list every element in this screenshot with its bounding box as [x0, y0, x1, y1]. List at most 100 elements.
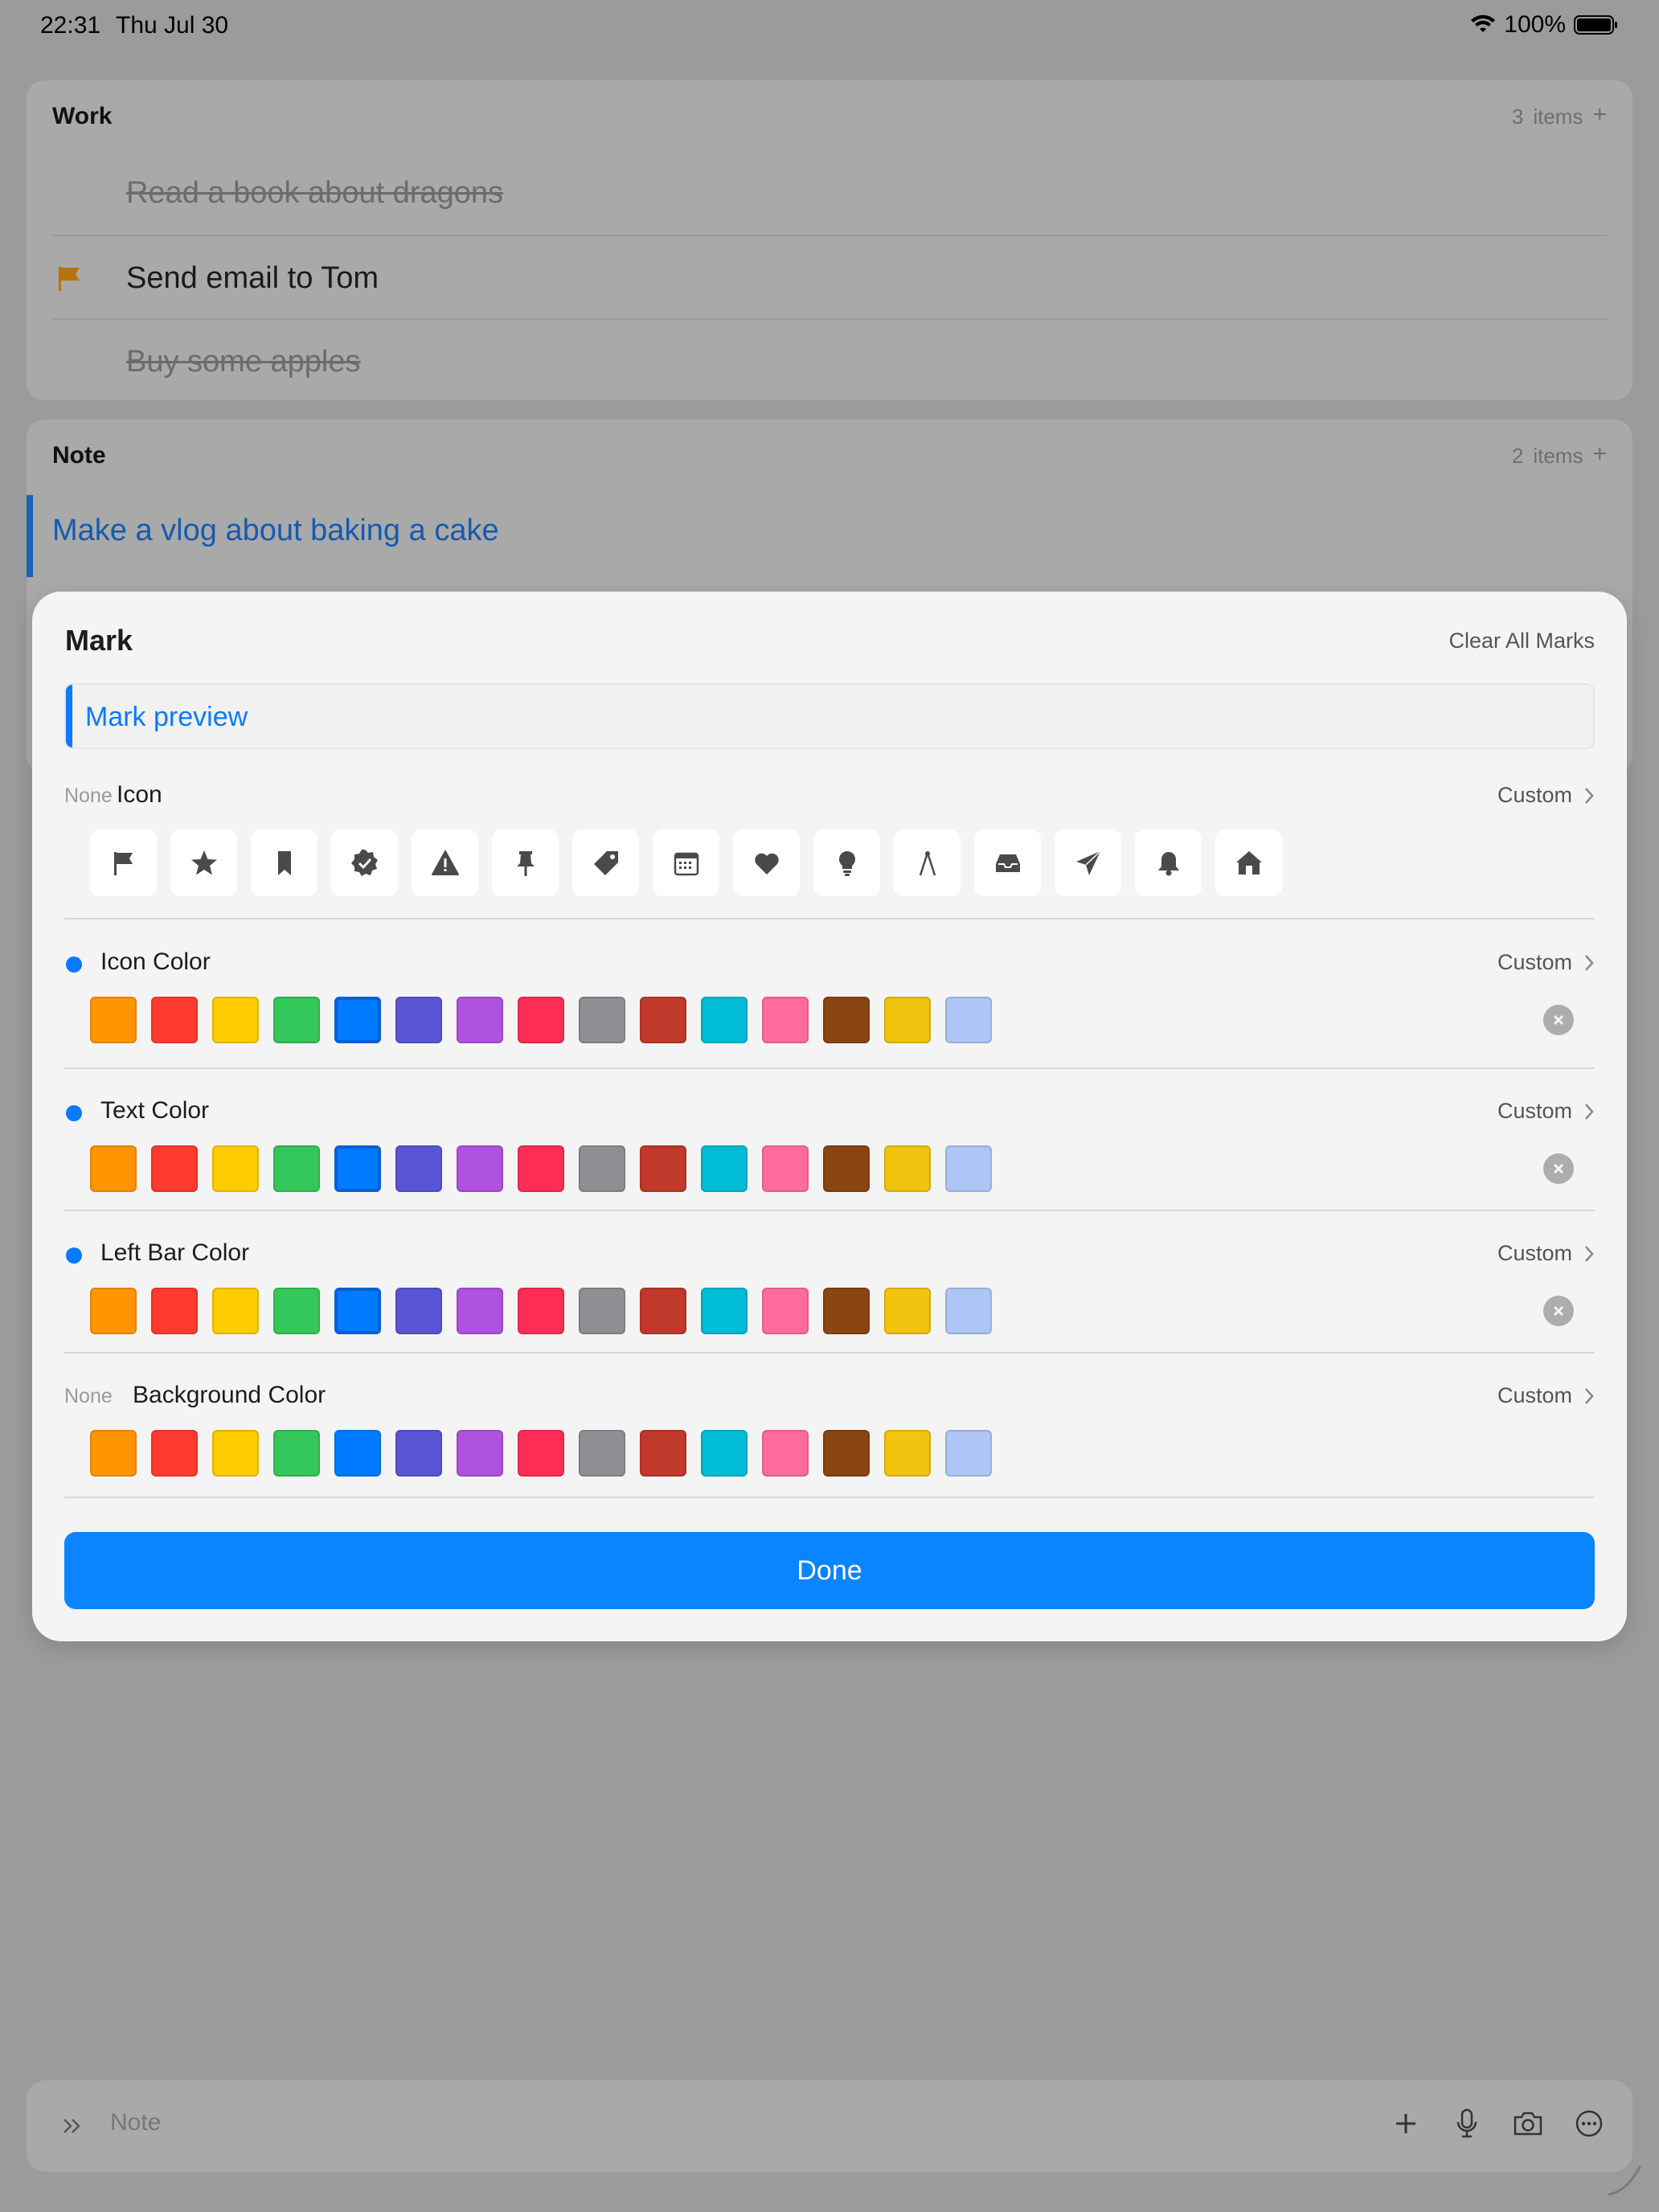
color-swatch[interactable]: [579, 1145, 625, 1192]
color-swatch[interactable]: [395, 997, 442, 1043]
color-swatch[interactable]: [701, 1430, 748, 1477]
color-swatch[interactable]: [334, 1288, 381, 1334]
color-swatch[interactable]: [823, 1288, 870, 1334]
clear-all-marks-button[interactable]: Clear All Marks: [1448, 629, 1595, 653]
color-swatch[interactable]: [884, 1430, 931, 1477]
color-swatch[interactable]: [395, 1430, 442, 1477]
color-swatch[interactable]: [212, 1288, 259, 1334]
color-swatch[interactable]: [273, 997, 320, 1043]
background-color-none-label[interactable]: None: [64, 1385, 113, 1408]
lightbulb-icon-option[interactable]: [813, 830, 880, 896]
color-swatch[interactable]: [945, 997, 992, 1043]
color-swatch[interactable]: [518, 997, 564, 1043]
color-swatch[interactable]: [334, 1430, 381, 1477]
background-color-custom-link[interactable]: Custom: [1497, 1383, 1595, 1408]
verified-badge-icon-option[interactable]: [331, 830, 398, 896]
color-swatch[interactable]: [701, 1288, 748, 1334]
color-swatch[interactable]: [823, 1430, 870, 1477]
color-swatch[interactable]: [212, 1430, 259, 1477]
add-item-icon[interactable]: +: [1592, 442, 1607, 469]
clear-text-color-button[interactable]: [1543, 1153, 1574, 1184]
color-swatch[interactable]: [151, 1288, 198, 1334]
color-swatch[interactable]: [90, 997, 137, 1043]
icon-custom-link[interactable]: Custom: [1497, 783, 1595, 808]
color-swatch[interactable]: [151, 1145, 198, 1192]
color-swatch[interactable]: [701, 1145, 748, 1192]
color-swatch[interactable]: [457, 1145, 503, 1192]
icon-color-custom-link[interactable]: Custom: [1497, 950, 1595, 975]
left-bar-color-custom-link[interactable]: Custom: [1497, 1241, 1595, 1266]
house-icon-option[interactable]: [1215, 830, 1282, 896]
text-color-custom-link[interactable]: Custom: [1497, 1099, 1595, 1124]
color-swatch[interactable]: [579, 1288, 625, 1334]
calendar-icon-option[interactable]: [653, 830, 719, 896]
color-swatch[interactable]: [701, 997, 748, 1043]
clear-left-bar-color-button[interactable]: [1543, 1296, 1574, 1326]
color-swatch[interactable]: [823, 1145, 870, 1192]
task-row[interactable]: Read a book about dragons: [52, 151, 1607, 235]
compass-icon-option[interactable]: [894, 830, 961, 896]
color-swatch[interactable]: [273, 1288, 320, 1334]
color-swatch[interactable]: [395, 1288, 442, 1334]
clear-icon-color-button[interactable]: [1543, 1005, 1574, 1035]
color-swatch[interactable]: [762, 1145, 809, 1192]
color-swatch[interactable]: [640, 1145, 686, 1192]
color-swatch[interactable]: [945, 1288, 992, 1334]
note-input[interactable]: Note: [110, 2109, 161, 2136]
icon-none-label[interactable]: None: [64, 784, 113, 808]
color-swatch[interactable]: [518, 1288, 564, 1334]
color-swatch[interactable]: [579, 1430, 625, 1477]
task-row[interactable]: Send email to Tom: [52, 235, 1607, 318]
color-swatch[interactable]: [640, 1288, 686, 1334]
color-swatch[interactable]: [457, 1288, 503, 1334]
color-swatch[interactable]: [823, 997, 870, 1043]
color-swatch[interactable]: [884, 1288, 931, 1334]
color-swatch[interactable]: [151, 1430, 198, 1477]
color-swatch[interactable]: [884, 997, 931, 1043]
color-swatch[interactable]: [457, 1430, 503, 1477]
color-swatch[interactable]: [90, 1430, 137, 1477]
bookmark-icon-option[interactable]: [251, 830, 317, 896]
color-swatch[interactable]: [395, 1145, 442, 1192]
double-chevron-right-icon[interactable]: [57, 2111, 88, 2141]
star-icon-option[interactable]: [170, 830, 237, 896]
task-row[interactable]: Buy some apples: [52, 318, 1607, 400]
color-swatch[interactable]: [457, 997, 503, 1043]
color-swatch[interactable]: [640, 997, 686, 1043]
color-swatch[interactable]: [518, 1430, 564, 1477]
heart-icon-option[interactable]: [733, 830, 800, 896]
color-swatch[interactable]: [334, 997, 381, 1043]
bell-icon-option[interactable]: [1135, 830, 1202, 896]
add-button[interactable]: [1387, 2104, 1425, 2143]
color-swatch[interactable]: [212, 997, 259, 1043]
note-row[interactable]: Make a vlog about baking a cake: [27, 489, 1632, 577]
color-swatch[interactable]: [945, 1145, 992, 1192]
camera-button[interactable]: [1509, 2104, 1547, 2143]
color-swatch[interactable]: [212, 1145, 259, 1192]
paper-plane-icon-option[interactable]: [1055, 830, 1121, 896]
add-item-icon[interactable]: +: [1592, 103, 1607, 129]
color-swatch[interactable]: [640, 1430, 686, 1477]
pin-icon-option[interactable]: [492, 830, 559, 896]
done-button[interactable]: Done: [64, 1532, 1595, 1609]
color-swatch[interactable]: [945, 1430, 992, 1477]
color-swatch[interactable]: [518, 1145, 564, 1192]
color-swatch[interactable]: [273, 1430, 320, 1477]
color-swatch[interactable]: [273, 1145, 320, 1192]
color-swatch[interactable]: [90, 1288, 137, 1334]
inbox-tray-icon-option[interactable]: [974, 830, 1041, 896]
color-swatch[interactable]: [151, 997, 198, 1043]
color-swatch[interactable]: [762, 997, 809, 1043]
color-swatch[interactable]: [334, 1145, 381, 1192]
color-swatch[interactable]: [762, 1288, 809, 1334]
flag-icon-option[interactable]: [90, 830, 157, 896]
color-swatch[interactable]: [884, 1145, 931, 1192]
color-swatch[interactable]: [90, 1145, 137, 1192]
color-swatch[interactable]: [579, 997, 625, 1043]
warning-icon-option[interactable]: [412, 830, 478, 896]
more-button[interactable]: [1570, 2104, 1608, 2143]
resize-handle-icon[interactable]: [1603, 2156, 1648, 2201]
tag-icon-option[interactable]: [572, 830, 639, 896]
microphone-button[interactable]: [1448, 2104, 1486, 2143]
color-swatch[interactable]: [762, 1430, 809, 1477]
